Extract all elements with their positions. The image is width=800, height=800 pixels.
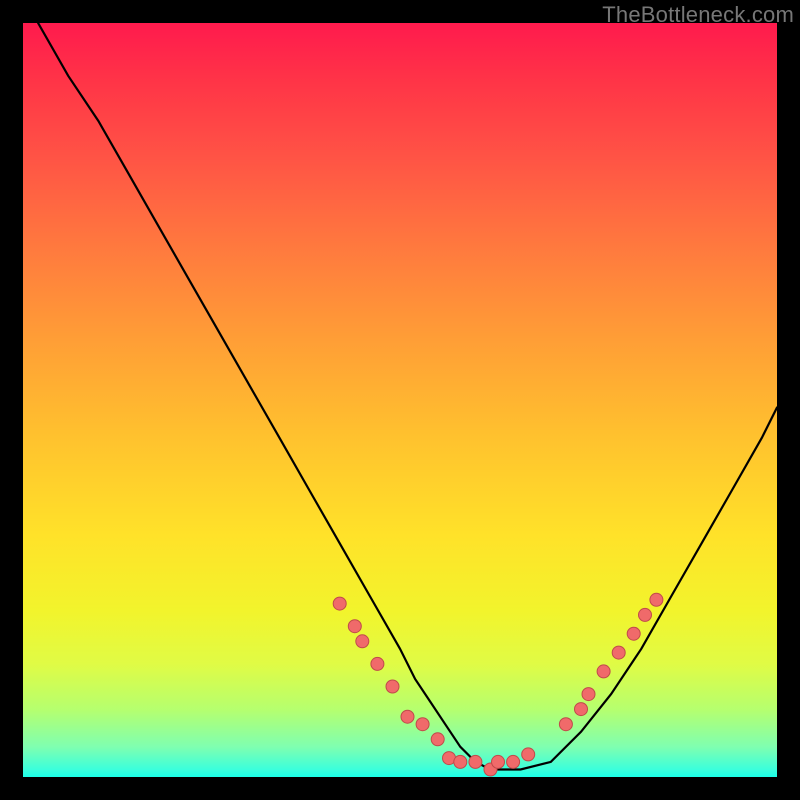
highlight-dot	[416, 718, 429, 731]
highlight-dots	[333, 593, 663, 776]
highlight-dot	[627, 627, 640, 640]
highlight-dot	[469, 755, 482, 768]
highlight-dot	[356, 635, 369, 648]
highlight-dot	[333, 597, 346, 610]
highlight-dot	[431, 733, 444, 746]
chart-svg	[23, 23, 777, 777]
watermark-text: TheBottleneck.com	[602, 2, 794, 28]
highlight-dot	[348, 620, 361, 633]
highlight-dot	[650, 593, 663, 606]
highlight-dot	[401, 710, 414, 723]
bottleneck-curve	[38, 23, 777, 770]
highlight-dot	[454, 755, 467, 768]
highlight-dot	[612, 646, 625, 659]
highlight-dot	[597, 665, 610, 678]
highlight-dot	[492, 755, 505, 768]
chart-frame: TheBottleneck.com	[0, 0, 800, 800]
highlight-dot	[582, 688, 595, 701]
highlight-dot	[522, 748, 535, 761]
highlight-dot	[639, 608, 652, 621]
curve-path-group	[38, 23, 777, 770]
highlight-dot	[575, 703, 588, 716]
highlight-dot	[507, 755, 520, 768]
highlight-dot	[559, 718, 572, 731]
highlight-dot	[371, 657, 384, 670]
highlight-dot	[386, 680, 399, 693]
